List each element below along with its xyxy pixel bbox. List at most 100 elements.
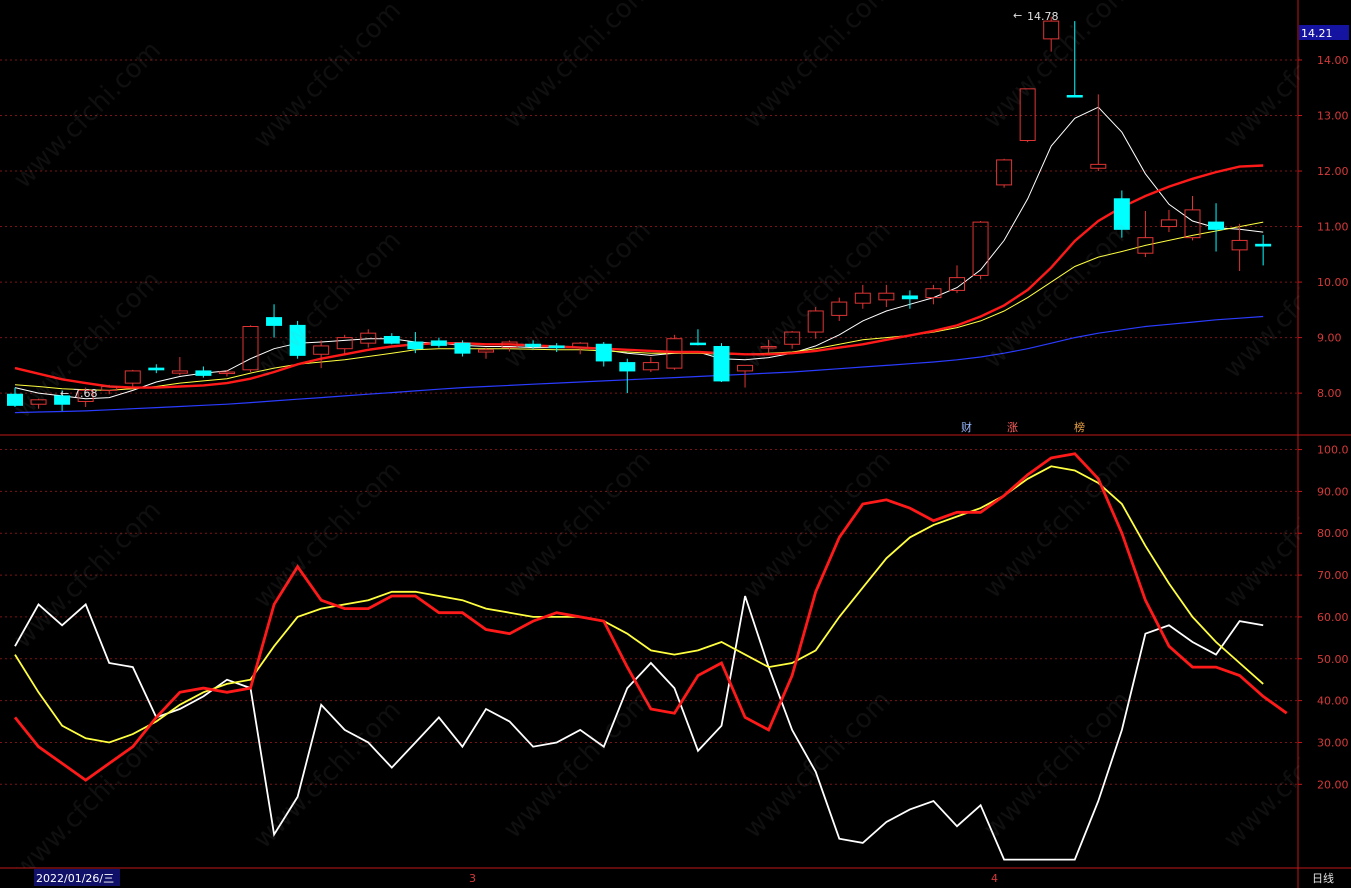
indicator-tick-label: 90.00 (1317, 485, 1349, 498)
candle[interactable] (760, 339, 777, 355)
candle[interactable] (807, 307, 824, 339)
indicator-tick-label: 70.00 (1317, 569, 1349, 582)
candle-body (1019, 88, 1036, 141)
candle[interactable] (30, 398, 47, 409)
candle-body (1160, 219, 1177, 228)
candle[interactable] (1113, 190, 1130, 238)
price-tick-label: 13.00 (1317, 110, 1349, 123)
candle-body (266, 317, 283, 326)
moving-average-lines (14, 106, 1264, 414)
candle[interactable] (1255, 234, 1272, 266)
candle[interactable] (1184, 196, 1201, 241)
candle-body (1255, 243, 1272, 247)
candle[interactable] (242, 325, 259, 373)
candle-body (525, 343, 542, 347)
candle-body (430, 340, 447, 346)
candle[interactable] (784, 330, 801, 349)
price-tick-label: 12.00 (1317, 165, 1349, 178)
price-tick-label: 9.00 (1317, 332, 1342, 345)
price-tick-label: 14.00 (1317, 54, 1349, 67)
indicator-tick-label: 30.00 (1317, 736, 1349, 749)
candle-body (171, 370, 188, 374)
price-tick-label: 8.00 (1317, 387, 1342, 400)
candle-body (30, 399, 47, 405)
candle-body (1231, 239, 1248, 251)
candle[interactable] (949, 265, 965, 294)
candle-body (595, 343, 612, 362)
candle-body (737, 364, 754, 372)
period-label[interactable]: 日线 (1312, 871, 1334, 885)
candle[interactable] (218, 369, 235, 377)
candle-body (548, 345, 565, 349)
month-mark-4: 4 (991, 872, 998, 885)
indicator-tick-label: 80.00 (1317, 527, 1349, 540)
indicator-tick-label: 50.00 (1317, 653, 1349, 666)
candle[interactable] (501, 340, 518, 352)
candle[interactable] (7, 387, 23, 408)
price-tick-label: 11.00 (1317, 221, 1349, 234)
candle-body (784, 331, 801, 345)
candle-body (713, 345, 730, 382)
candle-body (336, 337, 353, 350)
candle[interactable] (1066, 21, 1083, 98)
candle[interactable] (171, 357, 188, 376)
candle[interactable] (1160, 209, 1177, 233)
candle[interactable] (430, 337, 447, 348)
candle[interactable] (925, 284, 942, 305)
candle[interactable] (595, 342, 612, 367)
ma5-line (14, 106, 1264, 400)
event-badge-ranking[interactable]: 榜 (1074, 420, 1085, 434)
indicator-lines (13, 452, 1288, 861)
candle[interactable] (148, 364, 165, 374)
low-marker: 7.68 (73, 387, 98, 400)
candle[interactable] (1137, 211, 1154, 258)
y-axis-labels: 14.00 13.00 12.00 11.00 10.00 9.00 8.00 100.0 90… (1298, 54, 1349, 791)
candle[interactable] (619, 358, 636, 394)
candle[interactable] (1090, 94, 1107, 172)
candle[interactable] (548, 343, 565, 353)
event-badge-limit-up[interactable]: 涨 (1007, 421, 1018, 434)
candlesticks[interactable] (7, 16, 1272, 411)
candle[interactable] (313, 340, 330, 369)
ma10-line (14, 221, 1264, 391)
candle-body (972, 221, 989, 276)
candle-body (807, 310, 824, 333)
candle-body (289, 324, 306, 356)
candle[interactable] (454, 340, 471, 357)
candle[interactable] (737, 364, 754, 388)
candle-body (1043, 20, 1060, 40)
candle-body (360, 332, 377, 344)
event-badge-finance[interactable]: 财 (961, 420, 972, 434)
candle[interactable] (266, 304, 283, 338)
candle[interactable] (289, 320, 306, 359)
candle[interactable] (831, 297, 848, 321)
candle[interactable] (713, 343, 730, 383)
candle-body (148, 367, 165, 371)
candle[interactable] (642, 357, 659, 373)
candle[interactable] (1231, 223, 1248, 271)
candle[interactable] (478, 347, 494, 359)
candle-body (195, 370, 212, 376)
candle-body (996, 159, 1013, 186)
candle-body (1090, 163, 1107, 169)
candle[interactable] (124, 369, 141, 388)
ma60-line (14, 315, 1264, 414)
candle[interactable] (1019, 88, 1036, 143)
candle[interactable] (336, 334, 353, 355)
candle-body (878, 292, 895, 301)
candle[interactable] (878, 284, 895, 308)
candle-body (383, 335, 400, 344)
candle[interactable] (1208, 203, 1225, 252)
indicator-line-white (14, 595, 1264, 861)
candle[interactable] (195, 366, 212, 378)
candle[interactable] (383, 333, 400, 345)
indicator-tick-label: 100.0 (1317, 444, 1349, 457)
candle-body (689, 342, 706, 346)
low-marker-arrow: ← (60, 387, 69, 400)
price-tick-label: 10.00 (1317, 276, 1349, 289)
candle[interactable] (996, 158, 1013, 188)
candle-body (1113, 198, 1130, 230)
candle[interactable] (854, 284, 871, 309)
indicator-tick-label: 40.00 (1317, 695, 1349, 708)
candle[interactable] (689, 329, 706, 346)
